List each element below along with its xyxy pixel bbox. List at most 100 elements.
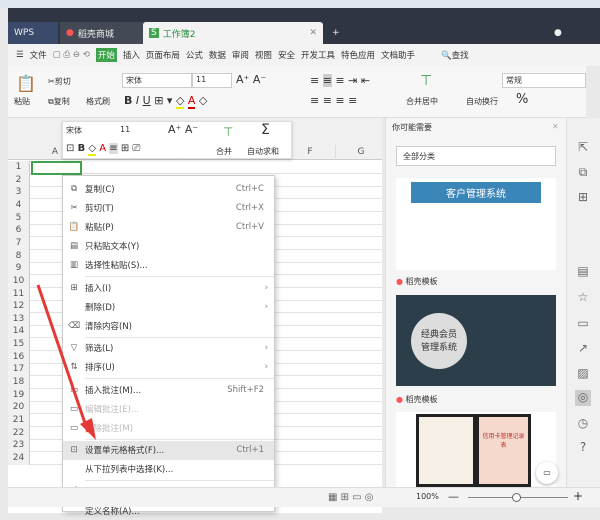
row-number[interactable]: 11 [8, 287, 30, 301]
row-number[interactable]: 22 [8, 426, 30, 440]
row-number[interactable]: 9 [8, 262, 30, 276]
cut-button[interactable]: ✂剪切 [48, 76, 71, 87]
context-menu-item[interactable]: ▭ 插入批注(M)... Shift+F2 [63, 380, 274, 399]
row-number[interactable]: 20 [8, 401, 30, 415]
context-menu-item[interactable]: ▭ 编辑批注(E)... [63, 399, 274, 418]
find-button[interactable]: 🔍查找 [441, 49, 469, 61]
zoom-level[interactable]: 100% [416, 492, 439, 501]
share-icon[interactable]: ↗ [575, 341, 591, 357]
row-number[interactable]: 1 [8, 161, 30, 174]
template-card[interactable]: 客户管理系统 [396, 178, 556, 270]
mini-size-select[interactable]: 11 [120, 125, 130, 134]
menu-security[interactable]: 安全 [278, 49, 295, 61]
context-menu-item[interactable]: ⧉ 复制(C) Ctrl+C [63, 179, 274, 198]
row-number[interactable]: 5 [8, 211, 30, 225]
menu-page-layout[interactable]: 页面布局 [146, 49, 180, 61]
font-grow-icon[interactable]: A⁺ A⁻ [236, 73, 266, 86]
new-tab-button[interactable]: + [326, 22, 346, 44]
row-number[interactable]: 18 [8, 376, 30, 390]
row-number[interactable]: 15 [8, 338, 30, 352]
context-menu-item[interactable]: ▥ 选择性粘贴(S)... [63, 256, 274, 275]
shapes-icon[interactable]: ⧉ [575, 165, 591, 181]
context-menu-item[interactable]: 📋 粘贴(P) Ctrl+V [63, 217, 274, 236]
zoom-in-button[interactable]: + [573, 489, 583, 503]
template-card[interactable]: 经典会员管理系统 [396, 295, 556, 386]
menu-developer[interactable]: 开发工具 [301, 49, 335, 61]
row-number[interactable]: 24 [8, 451, 30, 465]
row-number[interactable]: 6 [8, 224, 30, 238]
category-select[interactable]: 全部分类 [396, 146, 556, 166]
column-header-cell[interactable]: F [285, 145, 336, 160]
font-size-select[interactable]: 11 [192, 73, 232, 88]
view-mode-icons[interactable]: ▦ ⊞ ▭ ◎ [328, 492, 374, 503]
context-menu-item[interactable]: ▤ 只粘贴文本(Y) [63, 237, 274, 256]
row-number[interactable]: 2 [8, 173, 30, 187]
file-menu[interactable]: 文件 [30, 49, 47, 61]
template-icon[interactable]: ◎ [575, 390, 591, 406]
zoom-out-button[interactable]: — [448, 490, 459, 503]
context-menu-item[interactable]: ▽ 筛选(L) › [63, 339, 274, 358]
halign-buttons[interactable]: ≡ ≡ ≡ ≡ [310, 94, 357, 107]
row-number[interactable]: 17 [8, 363, 30, 377]
inbox-icon[interactable]: ▭ [575, 316, 591, 332]
row-number[interactable]: 8 [8, 249, 30, 263]
align-buttons[interactable]: ≡ ≡ ≡ ⇥ ⇤ [310, 74, 370, 87]
font-select[interactable]: 宋体 [122, 73, 192, 88]
close-icon[interactable]: ✕ [309, 28, 317, 38]
merge-center-button[interactable]: 合并居中 [406, 96, 438, 107]
mini-font-grow[interactable]: A⁺ A⁻ [168, 123, 198, 136]
zoom-slider-handle[interactable] [512, 493, 521, 502]
tab-workbook[interactable]: S 工作簿2 ✕ [143, 22, 323, 44]
avatar[interactable]: ● [548, 22, 568, 44]
menu-doc-assistant[interactable]: 文档助手 [381, 49, 415, 61]
format-painter-button[interactable]: 格式刷 [86, 96, 110, 107]
star-icon[interactable]: ☆ [575, 290, 591, 306]
menu-insert[interactable]: 插入 [123, 49, 140, 61]
help-icon[interactable]: ? [575, 440, 591, 456]
menu-view[interactable]: 视图 [255, 49, 272, 61]
percent-button[interactable]: % [516, 92, 528, 107]
row-number[interactable]: 10 [8, 274, 30, 288]
row-number[interactable]: 12 [8, 300, 30, 314]
row-number[interactable]: 23 [8, 439, 30, 453]
context-menu-item[interactable]: ⌫ 清除内容(N) [63, 316, 274, 335]
menu-features[interactable]: 特色应用 [341, 49, 375, 61]
paste-button[interactable]: 粘贴 [14, 96, 30, 107]
context-menu-item[interactable]: ✂ 剪切(T) Ctrl+X [63, 198, 274, 217]
history-icon[interactable]: ◷ [575, 416, 591, 432]
font-style-buttons[interactable]: B I U ⊞ ▾ ◇ A ◇ [124, 94, 207, 109]
menu-home[interactable]: 开始 [95, 48, 117, 62]
quick-access-icons[interactable]: ▢ ⎙ ⊖ ⟲ [53, 50, 90, 60]
context-menu-item[interactable]: ⇅ 排序(U) › [63, 358, 274, 377]
menu-review[interactable]: 审阅 [232, 49, 249, 61]
menu-data[interactable]: 数据 [209, 49, 226, 61]
chat-icon[interactable]: ▭ [536, 462, 558, 484]
row-number[interactable]: 13 [8, 312, 30, 326]
row-number[interactable]: 16 [8, 350, 30, 364]
tab-wps[interactable]: WPS [8, 22, 58, 44]
mini-format-buttons[interactable]: ⊡ B ◇ A ≡ ⊞ ⎚ [66, 143, 140, 156]
menu-formula[interactable]: 公式 [186, 49, 203, 61]
template-card[interactable]: 信用卡管理记录表 [396, 412, 556, 487]
image-icon[interactable]: ▨ [575, 366, 591, 382]
menu-icon[interactable]: ☰ [16, 50, 24, 60]
document-icon[interactable]: ▤ [575, 264, 591, 280]
row-number[interactable]: 21 [8, 414, 30, 427]
row-number[interactable]: 14 [8, 325, 30, 339]
copy-button[interactable]: ⧉复制 [48, 96, 70, 107]
context-menu-item[interactable]: ⊞ 插入(I) › [63, 278, 274, 297]
row-number[interactable]: 19 [8, 388, 30, 402]
column-header-cell[interactable]: G [336, 145, 387, 160]
cursor-icon[interactable]: ⇱ [575, 140, 591, 156]
context-menu-item[interactable]: 从下拉列表中选择(K)... [63, 460, 274, 479]
context-menu-item[interactable]: 删除(D) › [63, 297, 274, 316]
mini-font-select[interactable]: 宋体 [66, 125, 116, 136]
table-icon[interactable]: ⊞ [575, 190, 591, 206]
row-number[interactable]: 4 [8, 198, 30, 212]
number-format-select[interactable]: 常规 [502, 73, 586, 88]
row-number[interactable]: 3 [8, 186, 30, 200]
tab-store[interactable]: ● 稻壳商城 [60, 22, 150, 44]
active-cell[interactable] [31, 161, 82, 175]
mini-autosum-button[interactable]: 自动求和 [247, 146, 279, 157]
context-menu-item[interactable]: ⊡ 设置单元格格式(F)... Ctrl+1 [63, 440, 274, 460]
